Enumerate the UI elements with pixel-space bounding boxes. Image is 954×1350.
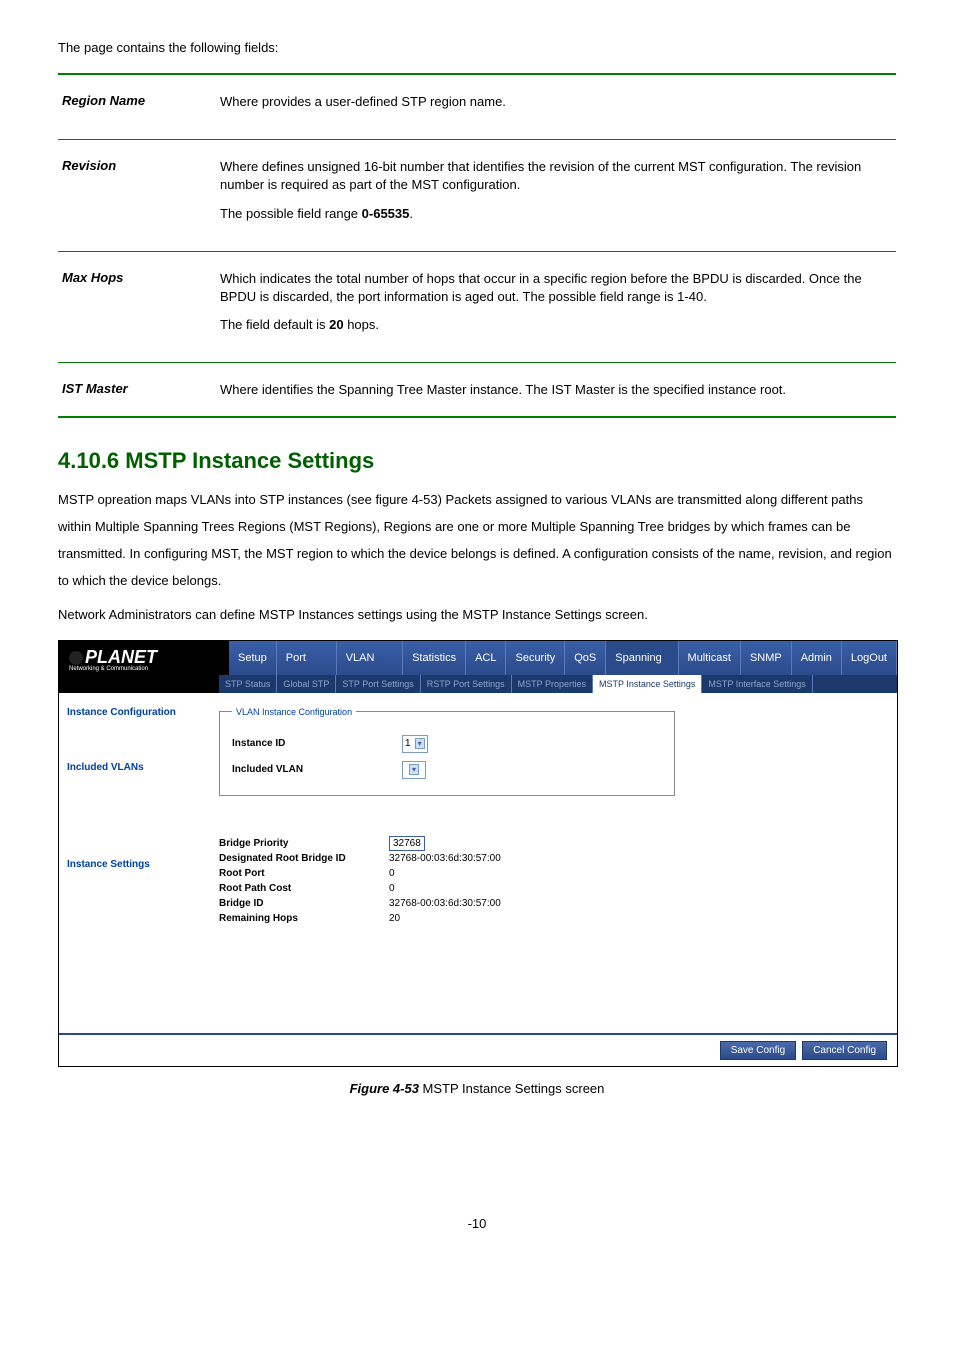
main-tab[interactable]: Statistics — [403, 641, 466, 675]
setting-value: 0 — [389, 866, 501, 881]
main-tab[interactable]: Port Config — [277, 641, 337, 675]
bridge-priority-input[interactable]: 32768 — [389, 836, 425, 851]
sub-tab[interactable]: MSTP Interface Settings — [702, 675, 812, 693]
instance-id-label: Instance ID — [232, 738, 402, 749]
cancel-config-button[interactable]: Cancel Config — [802, 1041, 887, 1060]
field-label: IST Master — [58, 375, 216, 415]
sub-tab[interactable]: Global STP — [277, 675, 336, 693]
main-tab[interactable]: LogOut — [842, 641, 897, 675]
figure-caption: Figure 4-53 MSTP Instance Settings scree… — [58, 1081, 896, 1096]
mstp-screenshot: PLANET Networking & Communication SetupP… — [58, 640, 898, 1067]
vlan-instance-fieldset: VLAN Instance Configuration Instance ID … — [219, 707, 675, 796]
setting-label: Root Path Cost — [219, 881, 389, 896]
sub-tabs: STP StatusGlobal STPSTP Port SettingsRST… — [219, 675, 897, 693]
setting-label: Bridge Priority — [219, 836, 389, 851]
sub-tab[interactable]: MSTP Properties — [512, 675, 593, 693]
fields-table: Region NameWhere provides a user-defined… — [58, 87, 896, 416]
setting-value: 32768-00:03:6d:30:57:00 — [389, 851, 501, 866]
field-desc: Which indicates the total number of hops… — [216, 264, 896, 351]
setting-label: Root Port — [219, 866, 389, 881]
included-vlan-label: Included VLAN — [232, 764, 402, 775]
setting-value: 32768-00:03:6d:30:57:00 — [389, 896, 501, 911]
field-label: Max Hops — [58, 264, 216, 351]
main-tab[interactable]: SNMP — [741, 641, 792, 675]
instance-id-select[interactable]: 1▾ — [402, 735, 428, 753]
fieldset-legend: VLAN Instance Configuration — [232, 707, 356, 717]
main-tab[interactable]: Security — [506, 641, 565, 675]
setting-label: Remaining Hops — [219, 911, 389, 926]
side-label: Instance Settings — [59, 779, 219, 876]
side-label: Included VLANs — [59, 724, 219, 779]
chevron-down-icon: ▾ — [409, 764, 419, 775]
page-number: 4-101 — [58, 1216, 896, 1231]
main-tab[interactable]: ACL — [466, 641, 506, 675]
intro-text: The page contains the following fields: — [58, 40, 896, 55]
setting-label: Bridge ID — [219, 896, 389, 911]
field-label: Region Name — [58, 87, 216, 127]
setting-value: 20 — [389, 911, 501, 926]
divider — [58, 416, 896, 418]
divider — [58, 73, 896, 75]
main-tab[interactable]: QoS — [565, 641, 606, 675]
logo: PLANET Networking & Communication — [59, 641, 229, 675]
setting-label: Designated Root Bridge ID — [219, 851, 389, 866]
sub-tab[interactable]: RSTP Port Settings — [421, 675, 512, 693]
sub-tab[interactable]: STP Status — [219, 675, 277, 693]
included-vlan-select[interactable]: ▾ — [402, 761, 426, 779]
main-tabs: SetupPort ConfigVLAN ConfigStatisticsACL… — [229, 641, 897, 675]
setting-value: 0 — [389, 881, 501, 896]
side-label: Instance Configuration — [59, 693, 219, 724]
chevron-down-icon: ▾ — [415, 738, 425, 749]
sub-tab[interactable]: STP Port Settings — [336, 675, 420, 693]
main-tab[interactable]: Multicast — [679, 641, 741, 675]
save-config-button[interactable]: Save Config — [720, 1041, 796, 1060]
field-desc: Where identifies the Spanning Tree Maste… — [216, 375, 896, 415]
field-desc: Where defines unsigned 16-bit number tha… — [216, 152, 896, 239]
field-label: Revision — [58, 152, 216, 239]
side-labels: Instance ConfigurationIncluded VLANsInst… — [59, 693, 219, 1033]
field-desc: Where provides a user-defined STP region… — [216, 87, 896, 127]
main-tab[interactable]: Setup — [229, 641, 277, 675]
section-header: 4.10.6 MSTP Instance Settings — [58, 448, 896, 474]
body-paragraph: Network Administrators can define MSTP I… — [58, 601, 896, 628]
body-paragraph: MSTP opreation maps VLANs into STP insta… — [58, 486, 896, 595]
main-tab[interactable]: Admin — [792, 641, 842, 675]
main-tab[interactable]: VLAN Config — [337, 641, 403, 675]
main-tab[interactable]: Spanning Tree — [606, 641, 678, 675]
setting-value: 32768 — [389, 836, 501, 851]
sub-tab[interactable]: MSTP Instance Settings — [593, 675, 702, 693]
